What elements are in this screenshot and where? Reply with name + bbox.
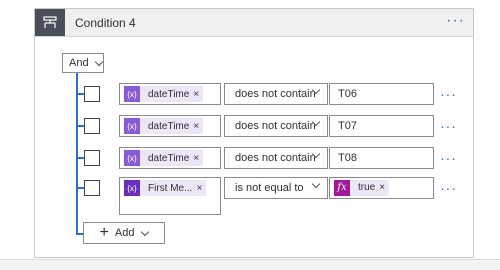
dynamic-content-token[interactable]: {x} dateTime × — [124, 118, 204, 134]
condition-value-input[interactable]: T08 — [329, 147, 434, 169]
condition-value-input[interactable]: T06 — [329, 83, 434, 105]
condition-branch-icon — [35, 9, 65, 36]
chevron-down-icon — [311, 179, 321, 189]
variable-icon: {x} — [124, 150, 140, 166]
canvas-footer-strip — [0, 259, 500, 270]
row-select-checkbox[interactable] — [84, 118, 100, 134]
operator-label: does not contain — [235, 88, 316, 100]
token-label: dateTime — [148, 88, 190, 100]
group-operator-dropdown[interactable]: And — [62, 53, 104, 73]
token-label: true — [358, 182, 376, 193]
condition-operator-dropdown[interactable]: does not contain — [224, 83, 328, 105]
condition-value-input[interactable]: T07 — [329, 115, 434, 137]
plus-icon: + — [99, 224, 109, 241]
condition-left-operand[interactable]: {x} First Me... × — [119, 177, 221, 215]
remove-token-icon[interactable]: × — [196, 183, 206, 194]
condition-left-operand[interactable]: {x} dateTime × — [119, 115, 221, 137]
operator-label: does not contain — [235, 152, 316, 164]
condition-title[interactable]: Condition 4 — [75, 16, 136, 30]
more-options-icon[interactable]: ··· — [446, 12, 465, 30]
row-more-icon[interactable]: ··· — [440, 118, 457, 134]
chevron-down-icon — [94, 57, 103, 66]
variable-icon: {x} — [124, 180, 140, 196]
condition-left-operand[interactable]: {x} dateTime × — [119, 147, 221, 169]
group-operator-label: And — [69, 57, 89, 69]
condition-operator-dropdown[interactable]: does not contain — [224, 147, 328, 169]
row-select-checkbox[interactable] — [84, 180, 100, 196]
group-connector-line — [76, 73, 78, 233]
condition-operator-dropdown[interactable]: is not equal to — [224, 177, 328, 199]
expression-fx-icon: fx — [334, 180, 350, 196]
condition-header[interactable]: Condition 4 ··· — [35, 9, 473, 37]
row-more-icon[interactable]: ··· — [440, 180, 457, 196]
remove-token-icon[interactable]: × — [193, 153, 203, 164]
condition-operator-dropdown[interactable]: does not contain — [224, 115, 328, 137]
add-label: Add — [114, 227, 135, 239]
row-more-icon[interactable]: ··· — [440, 86, 457, 102]
token-label: First Me... — [148, 182, 193, 194]
dynamic-content-token[interactable]: {x} dateTime × — [124, 150, 204, 166]
add-condition-button[interactable]: + Add — [83, 222, 165, 244]
dynamic-content-token[interactable]: {x} dateTime × — [124, 86, 204, 102]
remove-token-icon[interactable]: × — [379, 178, 389, 198]
operator-label: is not equal to — [235, 182, 304, 194]
expression-token[interactable]: fx true × — [334, 178, 390, 198]
row-more-icon[interactable]: ··· — [440, 150, 457, 166]
chevron-down-icon — [141, 227, 150, 236]
condition-left-operand[interactable]: {x} dateTime × — [119, 83, 221, 105]
token-label: dateTime — [148, 120, 190, 132]
variable-icon: {x} — [124, 86, 140, 102]
row-select-checkbox[interactable] — [84, 86, 100, 102]
condition-card: Condition 4 ··· And {x} dateTime × does … — [34, 8, 474, 258]
remove-token-icon[interactable]: × — [193, 121, 203, 132]
variable-icon: {x} — [124, 118, 140, 134]
dynamic-content-token[interactable]: {x} First Me... × — [124, 180, 207, 196]
operator-label: does not contain — [235, 120, 316, 132]
token-label: dateTime — [148, 152, 190, 164]
remove-token-icon[interactable]: × — [193, 89, 203, 100]
condition-value-input[interactable]: fx true × — [329, 177, 434, 199]
row-select-checkbox[interactable] — [84, 150, 100, 166]
